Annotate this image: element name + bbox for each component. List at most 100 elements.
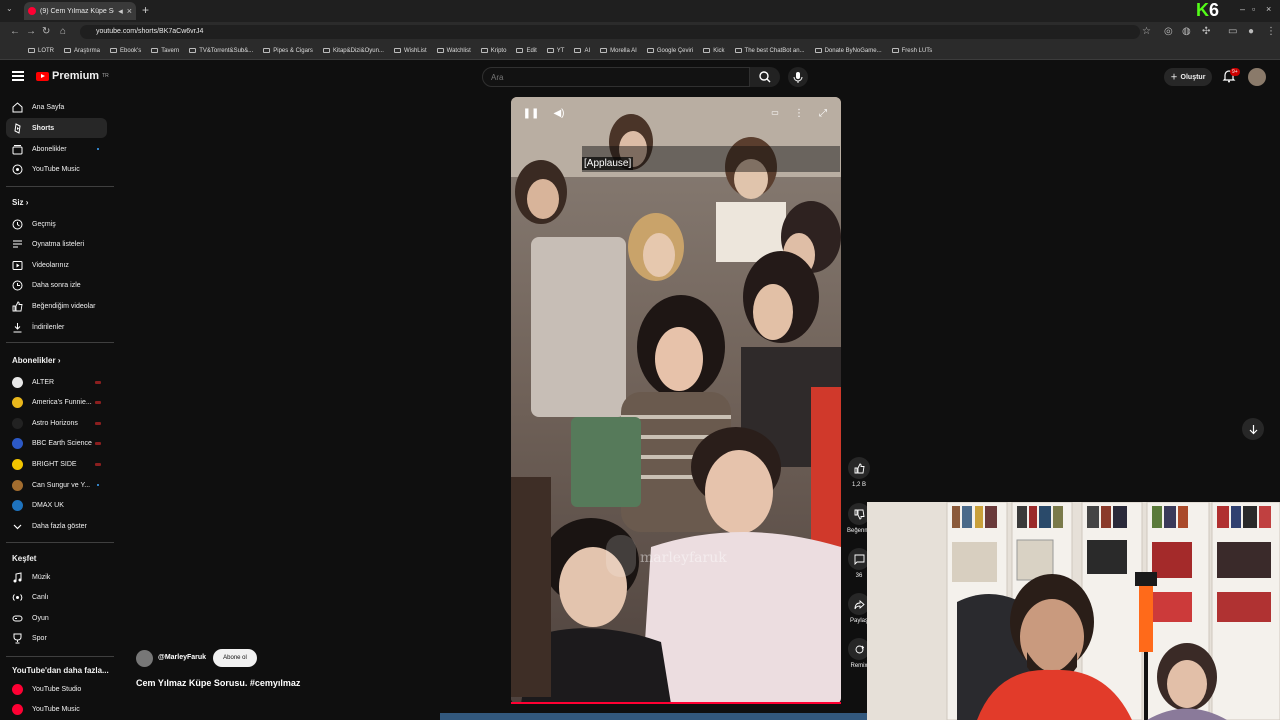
short-video-player[interactable] <box>511 97 841 704</box>
bookmark-item[interactable]: WishList <box>393 48 427 54</box>
sidebar-section-you[interactable]: Siz › <box>12 198 28 207</box>
folder-icon <box>322 48 330 53</box>
bookmark-item[interactable]: Morella AI <box>600 48 637 54</box>
bookmark-item[interactable]: Donate ByNoGame... <box>814 48 882 54</box>
account-avatar[interactable] <box>1248 68 1266 86</box>
video-progress-bar[interactable] <box>511 702 841 704</box>
more-options-icon[interactable]: ⋮ <box>790 108 808 124</box>
speaker-icon[interactable]: ◂ <box>118 6 123 17</box>
bookmark-item[interactable]: Ebook's <box>110 48 141 54</box>
sidebar-item-more[interactable]: YouTube Music <box>6 700 107 720</box>
voice-search-button[interactable] <box>788 67 808 87</box>
profile-icon[interactable]: ● <box>1248 26 1254 37</box>
bookmark-label: TV&Torrent&Sub&... <box>199 47 254 54</box>
browser-menu-icon[interactable]: ⋮ <box>1266 26 1276 37</box>
window-close-icon[interactable]: × <box>1266 4 1271 14</box>
bookmark-star-icon[interactable]: ☆ <box>1142 26 1151 37</box>
next-short-button[interactable] <box>1242 418 1264 440</box>
search-button[interactable] <box>750 67 780 87</box>
bookmark-item[interactable]: Kick <box>703 48 725 54</box>
sidebar-subscription-item[interactable]: DMAX UK <box>6 496 107 516</box>
sidebar-subscription-item[interactable]: ALTER <box>6 372 107 392</box>
sidebar-toggle-icon[interactable]: ▭ <box>1228 26 1237 37</box>
captions-icon[interactable]: ▭ <box>766 108 784 124</box>
tab-close-icon[interactable]: × <box>127 6 132 16</box>
sidebar-subscription-item[interactable]: America's Funnie... <box>6 393 107 413</box>
maximize-icon[interactable]: ▫ <box>1252 4 1255 14</box>
channel-avatar <box>12 438 23 450</box>
channel-avatar[interactable] <box>136 650 153 667</box>
fullscreen-icon[interactable]: ⤢ <box>814 108 832 124</box>
sidebar-item-home[interactable]: Ana Sayfa <box>6 97 107 117</box>
sidebar-subscription-item[interactable]: Can Sungur ve Y... <box>6 475 107 495</box>
sidebar-item-liked[interactable]: Beğendiğim videolar <box>6 296 107 316</box>
extensions-puzzle-icon[interactable]: ✣ <box>1202 26 1210 37</box>
kick-overlay-logo: K6 <box>1196 0 1220 20</box>
sidebar-item-playlist[interactable]: Oynatma listeleri <box>6 235 107 255</box>
search-input[interactable]: Ara <box>482 67 750 87</box>
channel-avatar <box>12 376 23 388</box>
youtube-premium-logo[interactable]: Premium TR <box>36 70 109 82</box>
channel-name[interactable]: @MarleyFaruk <box>158 654 206 661</box>
sidebar-item-subscriptions[interactable]: Abonelikler <box>6 139 107 159</box>
sidebar-section-subscriptions[interactable]: Abonelikler › <box>12 356 60 365</box>
back-icon[interactable]: ← <box>10 26 20 37</box>
bookmark-item[interactable]: Watchlist <box>436 48 471 54</box>
pause-icon[interactable]: ❚❚ <box>522 108 540 124</box>
share-icon <box>854 599 865 609</box>
bookmark-item[interactable]: Kitap&Dizi&Oyun... <box>322 48 384 54</box>
minimize-icon[interactable]: – <box>1240 4 1245 14</box>
sidebar-item-shorts[interactable]: Shorts <box>6 118 107 138</box>
sidebar-subscription-item[interactable]: BBC Earth Science <box>6 434 107 454</box>
channel-avatar <box>12 417 23 429</box>
bookmark-item[interactable]: Edit <box>516 47 537 54</box>
bookmark-item[interactable]: Pipes & Cigars <box>263 48 313 54</box>
bookmark-item[interactable]: Tavern <box>151 48 179 54</box>
bookmark-item[interactable]: TV&Torrent&Sub&... <box>189 48 253 54</box>
bookmark-label: Edit <box>526 47 537 54</box>
url-field[interactable]: youtube.com/shorts/BK7aCw6vrJ4 <box>80 25 1140 39</box>
sidebar-item-label: Müzik <box>32 573 51 581</box>
bookmark-item[interactable]: The best ChatBot an... <box>734 48 805 54</box>
subscribe-button[interactable]: Abone ol <box>213 649 257 667</box>
bookmark-item[interactable]: LOTR <box>28 48 54 54</box>
volume-icon[interactable]: ◀) <box>550 108 568 124</box>
chevron-right-icon: › <box>57 356 61 365</box>
sidebar-item-more[interactable]: YouTube Studio <box>6 679 107 699</box>
sidebar-item-your-videos[interactable]: Videolarınız <box>6 255 107 275</box>
bookmark-item[interactable]: Google Çeviri <box>646 48 693 54</box>
folder-icon <box>646 48 654 53</box>
browser-tab[interactable]: (9) Cem Yılmaz Küpe Sorusu ◂ × <box>24 2 136 20</box>
extension-icon[interactable]: ◍ <box>1182 26 1191 37</box>
create-button[interactable]: ＋ Oluştur <box>1164 68 1212 86</box>
bookmark-item[interactable]: Fresh LUTs <box>891 48 932 54</box>
sidebar-item-download[interactable]: İndirilenler <box>6 317 107 337</box>
sidebar-item-gaming[interactable]: Oyun <box>6 608 107 628</box>
folder-icon <box>189 48 197 53</box>
bookmark-item[interactable]: YT <box>546 48 564 54</box>
sidebar-item-sports[interactable]: Spor <box>6 629 107 649</box>
home-nav-icon[interactable]: ⌂ <box>60 26 66 37</box>
new-tab-icon[interactable]: + <box>142 3 149 17</box>
bookmark-item[interactable]: AI <box>574 48 590 54</box>
tab-search-icon[interactable]: ⌄ <box>6 4 13 13</box>
sidebar-item-live[interactable]: Canlı <box>6 588 107 608</box>
extension-icon[interactable]: ◎ <box>1164 26 1173 37</box>
short-title[interactable]: Cem Yılmaz Küpe Sorusu. #cemyılmaz <box>136 678 300 688</box>
sidebar-item-watch-later[interactable]: Daha sonra izle <box>6 276 107 296</box>
sidebar-subscription-item[interactable]: Astro Horizons <box>6 413 107 433</box>
hamburger-menu-icon[interactable] <box>12 71 24 81</box>
reload-icon[interactable]: ↻ <box>42 26 50 37</box>
like-button[interactable]: 1,2 B <box>847 457 871 488</box>
bookmark-item[interactable]: Araştırma <box>64 48 100 54</box>
sidebar-subscription-item[interactable]: BRIGHT SIDE <box>6 454 107 474</box>
sidebar-item-music[interactable]: YouTube Music <box>6 159 107 179</box>
sidebar-item-history[interactable]: Geçmiş <box>6 214 107 234</box>
sidebar-section-explore[interactable]: Keşfet <box>12 554 36 563</box>
sidebar-item-label: BBC Earth Science <box>32 440 92 448</box>
sidebar-section-more[interactable]: YouTube'dan daha fazla... <box>12 666 109 675</box>
forward-icon[interactable]: → <box>26 26 36 37</box>
bookmark-item[interactable]: Kripto <box>480 48 506 54</box>
show-more-button[interactable]: Daha fazla göster <box>6 516 107 536</box>
sidebar-item-music-note[interactable]: Müzik <box>6 567 107 587</box>
